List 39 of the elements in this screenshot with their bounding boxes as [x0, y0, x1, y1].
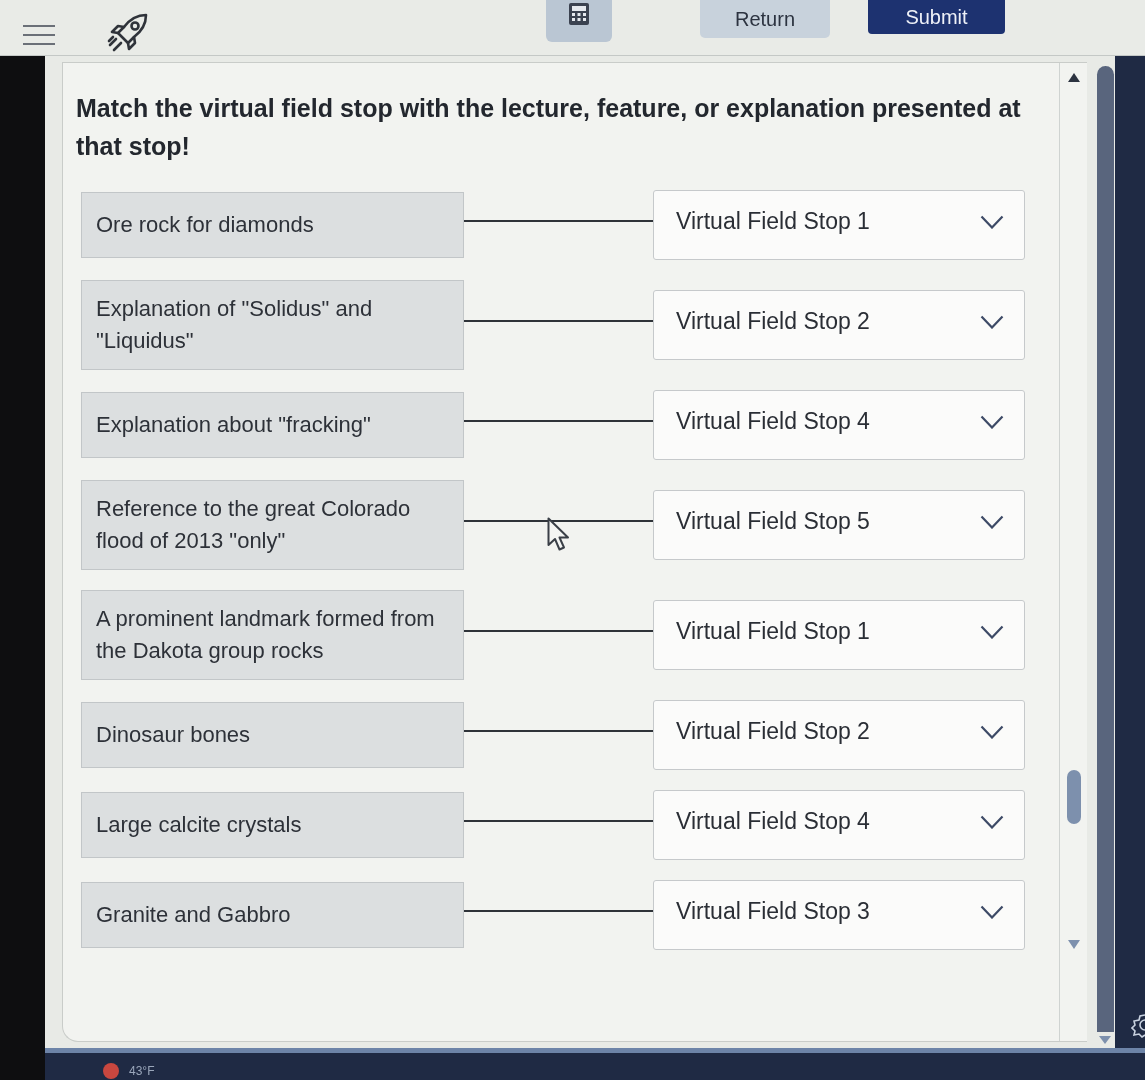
match-prompt: A prominent landmark formed from the Dakota group rocks — [81, 590, 464, 680]
answer-dropdown[interactable]: Virtual Field Stop 2 — [653, 700, 1025, 770]
calculator-icon — [567, 2, 591, 26]
chevron-down-icon — [980, 315, 1004, 329]
match-prompt: Reference to the great Colorado flood of 2013 "only" — [81, 480, 464, 570]
match-prompt: Dinosaur bones — [81, 702, 464, 768]
match-prompt: Ore rock for diamonds — [81, 192, 464, 258]
chevron-down-icon — [980, 415, 1004, 429]
chevron-down-icon — [980, 515, 1004, 529]
scrollbar-thumb[interactable] — [1066, 770, 1081, 824]
menu-icon[interactable] — [22, 24, 56, 46]
question-prompt: Match the virtual field stop with the lecture, feature, or explanation presented at that stop! — [76, 93, 1022, 162]
chevron-down-icon — [980, 905, 1004, 919]
match-prompt: Large calcite crystals — [81, 792, 464, 858]
scroll-down-icon[interactable] — [1067, 940, 1080, 949]
chevron-down-icon — [980, 625, 1004, 639]
answer-dropdown[interactable]: Virtual Field Stop 4 — [653, 790, 1025, 860]
answer-dropdown[interactable]: Virtual Field Stop 5 — [653, 490, 1025, 560]
chevron-down-icon — [980, 815, 1004, 829]
answer-dropdown[interactable]: Virtual Field Stop 3 — [653, 880, 1025, 950]
answer-dropdown[interactable]: Virtual Field Stop 1 — [653, 190, 1025, 260]
match-prompt: Granite and Gabbro — [81, 882, 464, 948]
chevron-down-icon — [980, 725, 1004, 739]
scrollbar-thumb[interactable] — [1096, 66, 1114, 1032]
match-prompt: Explanation about "fracking" — [81, 392, 464, 458]
mouse-pointer-icon — [547, 517, 569, 551]
scroll-up-icon[interactable] — [1067, 73, 1080, 82]
gear-icon[interactable] — [1131, 1012, 1145, 1038]
calculator-button[interactable] — [546, 0, 612, 42]
answer-dropdown[interactable]: Virtual Field Stop 1 — [653, 600, 1025, 670]
match-prompt: Explanation of "Solidus" and "Liquidus" — [81, 280, 464, 370]
chevron-down-icon — [980, 215, 1004, 229]
notification-badge-icon[interactable] — [103, 1063, 119, 1079]
submit-button[interactable]: Submit — [868, 0, 1005, 34]
weather-temperature[interactable]: 43°F — [129, 1063, 155, 1079]
answer-dropdown[interactable]: Virtual Field Stop 4 — [653, 390, 1025, 460]
return-button[interactable]: Return — [700, 0, 830, 38]
answer-dropdown[interactable]: Virtual Field Stop 2 — [653, 290, 1025, 360]
scroll-down-icon[interactable] — [1099, 1036, 1111, 1044]
